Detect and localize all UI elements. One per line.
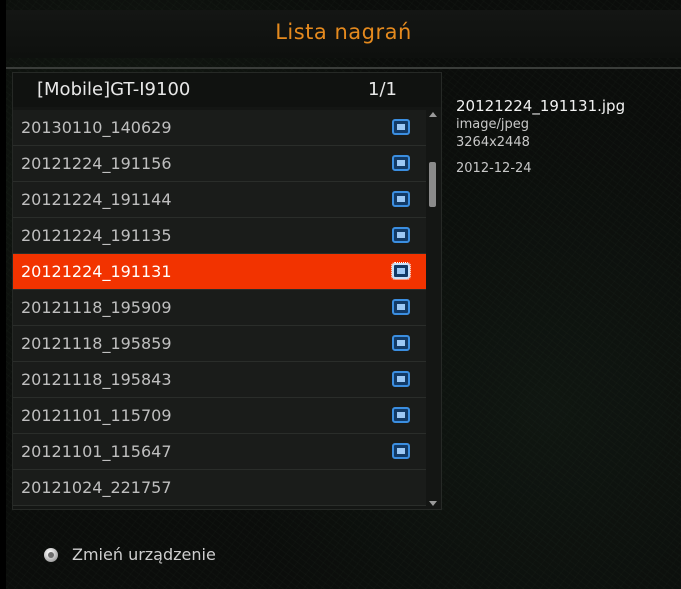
page-title: Lista nagrań xyxy=(275,20,412,44)
list-item[interactable]: 20121118_195843 xyxy=(13,362,426,398)
list-item[interactable]: 20121024_221757 xyxy=(13,470,426,506)
list-item[interactable]: 20121224_191144 xyxy=(13,182,426,218)
remote-button-icon xyxy=(44,548,58,562)
list-item-label: 20121224_191131 xyxy=(21,262,172,281)
scroll-thumb[interactable] xyxy=(429,162,436,207)
list-item-label: 20121118_195859 xyxy=(21,334,172,353)
recordings-list-panel: [Mobile]GT-I9100 1/1 20130110_140629 2012… xyxy=(12,72,442,510)
image-file-icon xyxy=(392,371,410,387)
list-item[interactable]: 20121224_191156 xyxy=(13,146,426,182)
list-scrollbar[interactable] xyxy=(427,110,439,508)
list-item[interactable]: 20121118_195909 xyxy=(13,290,426,326)
file-details: 20121224_191131.jpg image/jpeg 3264x2448… xyxy=(456,97,678,176)
list-item-label: 20130110_140629 xyxy=(21,118,172,137)
scroll-down-arrow-icon[interactable] xyxy=(429,501,437,506)
title-bar: Lista nagrań xyxy=(6,10,681,58)
screen-edge xyxy=(0,0,6,589)
list-item-label: 20121224_191135 xyxy=(21,226,172,245)
page-indicator: 1/1 xyxy=(368,79,397,100)
list-item-label: 20121024_221757 xyxy=(21,478,172,497)
list-item-label: 20121118_195843 xyxy=(21,370,172,389)
title-divider xyxy=(6,67,681,69)
list-item[interactable]: 20121101_115709 xyxy=(13,398,426,434)
list-item-label: 20121101_115647 xyxy=(21,442,172,461)
image-file-icon xyxy=(392,299,410,315)
image-file-icon xyxy=(392,443,410,459)
list-header: [Mobile]GT-I9100 1/1 xyxy=(13,73,441,107)
list-item[interactable]: 20121118_195859 xyxy=(13,326,426,362)
scroll-up-arrow-icon[interactable] xyxy=(429,112,437,117)
list-item[interactable]: 20130110_140629 xyxy=(13,110,426,146)
image-file-icon xyxy=(392,119,410,135)
image-file-icon xyxy=(392,335,410,351)
list-item-label: 20121224_191144 xyxy=(21,190,172,209)
image-file-icon xyxy=(392,227,410,243)
image-file-icon xyxy=(391,262,411,280)
detail-date: 2012-12-24 xyxy=(456,161,532,176)
change-device-label: Zmień urządzenie xyxy=(72,545,216,564)
list-item-label: 20121101_115709 xyxy=(21,406,172,425)
image-file-icon xyxy=(392,155,410,171)
list-item[interactable]: 20121224_191135 xyxy=(13,218,426,254)
detail-mime-type: image/jpeg xyxy=(456,117,529,132)
image-file-icon xyxy=(392,191,410,207)
device-name: [Mobile]GT-I9100 xyxy=(37,79,191,100)
image-file-icon xyxy=(392,407,410,423)
list-item-label: 20121224_191156 xyxy=(21,154,172,173)
list-item[interactable]: 20121224_191131 xyxy=(13,254,426,290)
detail-filename: 20121224_191131.jpg xyxy=(456,97,626,115)
recordings-list: 20130110_140629 20121224_191156 20121224_1… xyxy=(13,110,426,506)
list-item-label: 20121118_195909 xyxy=(21,298,172,317)
list-item[interactable]: 20121101_115647 xyxy=(13,434,426,470)
detail-resolution: 3264x2448 xyxy=(456,135,530,150)
